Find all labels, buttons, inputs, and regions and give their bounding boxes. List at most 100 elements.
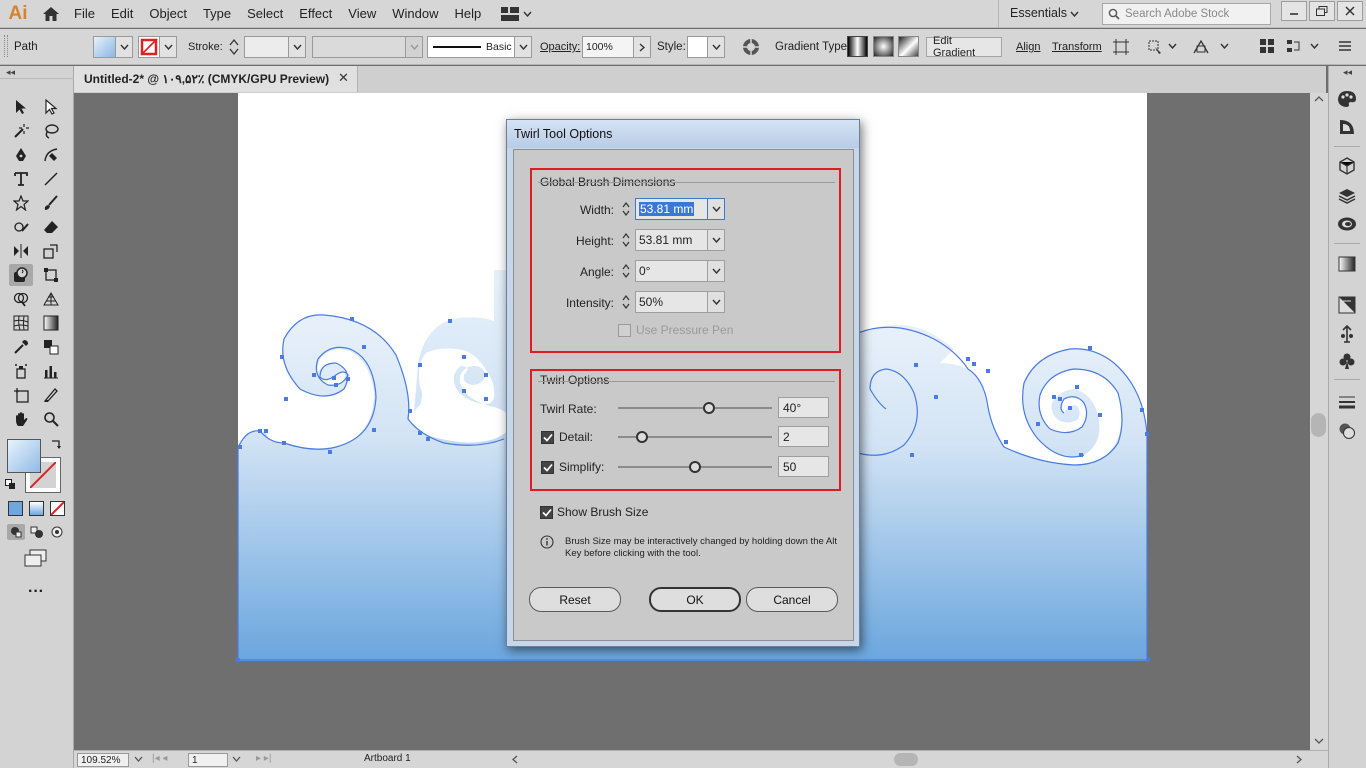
puppet-warp-icon[interactable] [1146, 38, 1164, 59]
simplify-input[interactable]: 50 [778, 456, 829, 477]
opacity-label[interactable]: Opacity: [540, 41, 580, 53]
menu-window[interactable]: Window [384, 0, 446, 28]
chevron-down-icon[interactable] [1168, 43, 1177, 49]
color-guide-icon[interactable] [1337, 89, 1357, 109]
recolor-artwork-icon[interactable] [741, 37, 761, 57]
collapse-panel-icon[interactable]: ◂◂ [6, 67, 15, 78]
next-artboard-icon[interactable]: ▸ ▸| [256, 753, 271, 764]
stroke-weight-dropdown[interactable] [288, 36, 306, 58]
stroke-swatch[interactable] [138, 36, 160, 58]
transparency-icon[interactable] [1337, 295, 1357, 315]
magic-wand-tool-icon[interactable] [9, 120, 33, 142]
menu-select[interactable]: Select [239, 0, 291, 28]
screen-mode-icon[interactable] [24, 549, 48, 570]
edit-gradient-button[interactable]: Edit Gradient [926, 35, 1002, 59]
simplify-slider[interactable] [618, 461, 772, 478]
detail-slider-knob[interactable] [636, 431, 648, 443]
symbols-icon[interactable] [1337, 324, 1357, 344]
graphic-style-dropdown[interactable] [707, 36, 725, 58]
opacity-flyout[interactable] [633, 36, 651, 58]
menu-view[interactable]: View [340, 0, 384, 28]
angle-stepper[interactable] [619, 260, 633, 282]
angle-dropdown[interactable] [707, 260, 725, 282]
stroke-weight-stepper[interactable] [228, 37, 242, 57]
chevron-down-icon[interactable] [134, 756, 143, 762]
shaper-tool-icon[interactable] [9, 216, 33, 238]
minimize-button[interactable] [1281, 1, 1307, 21]
more-tools-icon[interactable]: ··· [28, 583, 44, 601]
draw-behind-button[interactable] [28, 524, 46, 543]
curvature-tool-icon[interactable] [39, 144, 63, 166]
menu-effect[interactable]: Effect [291, 0, 340, 28]
menu-file[interactable]: File [66, 0, 103, 28]
variable-width-dropdown[interactable] [405, 36, 423, 58]
variable-width-profile[interactable] [312, 36, 407, 58]
mesh-tool-icon[interactable] [9, 312, 33, 334]
width-stepper[interactable] [619, 198, 633, 220]
intensity-input[interactable]: 50% [635, 291, 708, 313]
gradient-tool-icon[interactable] [39, 312, 63, 334]
menu-edit[interactable]: Edit [103, 0, 141, 28]
close-window-button[interactable] [1337, 1, 1363, 21]
symbol-sprayer-tool-icon[interactable] [9, 360, 33, 382]
pen-tool-icon[interactable] [9, 144, 33, 166]
expand-panels-icon[interactable]: ◂◂ [1343, 67, 1352, 78]
artboard-tool-icon[interactable] [9, 384, 33, 406]
lasso-tool-icon[interactable] [39, 120, 63, 142]
dialog-title[interactable]: Twirl Tool Options [507, 120, 859, 148]
scroll-down-icon[interactable] [1314, 738, 1324, 744]
libraries-icon[interactable] [1337, 156, 1357, 176]
scroll-right-icon[interactable] [1296, 755, 1302, 764]
scale-tool-icon[interactable] [39, 240, 63, 262]
cancel-button[interactable]: Cancel [746, 587, 838, 612]
panel-menu-icon[interactable] [1338, 39, 1352, 56]
graphic-style-swatch[interactable] [687, 36, 708, 58]
hand-tool-icon[interactable] [9, 408, 33, 430]
swap-fill-stroke-icon[interactable] [50, 438, 62, 453]
zoom-tool-icon[interactable] [39, 408, 63, 430]
grip-handle[interactable] [4, 35, 8, 57]
width-input[interactable]: 53.81 mm [635, 198, 708, 220]
intensity-stepper[interactable] [619, 291, 633, 313]
opacity-input[interactable]: 100% [582, 36, 634, 58]
angle-input[interactable]: 0° [635, 260, 708, 282]
reset-button[interactable]: Reset [529, 587, 621, 612]
type-tool-icon[interactable] [9, 168, 33, 190]
fill-swatch[interactable] [93, 36, 116, 58]
simplify-slider-knob[interactable] [689, 461, 701, 473]
chevron-down-icon[interactable] [1220, 43, 1229, 49]
menu-object[interactable]: Object [141, 0, 195, 28]
first-artboard-icon[interactable]: |◂ ◂ [152, 753, 167, 764]
shape-builder-tool-icon[interactable] [9, 288, 33, 310]
horizontal-scroll-thumb[interactable] [894, 753, 918, 766]
ok-button[interactable]: OK [649, 587, 741, 612]
detail-checkbox[interactable] [541, 431, 554, 444]
slice-tool-icon[interactable] [39, 384, 63, 406]
draw-normal-button[interactable] [7, 524, 25, 540]
twirl-rate-slider-knob[interactable] [703, 402, 715, 414]
brush-definition[interactable]: Basic [427, 36, 515, 58]
creative-cloud-icon[interactable] [1337, 214, 1357, 234]
color-mode-button[interactable] [8, 501, 23, 516]
twirl-rate-input[interactable]: 40° [778, 397, 829, 418]
star-tool-icon[interactable] [9, 192, 33, 214]
rotate-tool-icon[interactable] [9, 240, 33, 262]
height-dropdown[interactable] [707, 229, 725, 251]
radial-gradient-button[interactable] [873, 36, 894, 57]
restore-button[interactable] [1309, 1, 1335, 21]
color-icon[interactable] [1337, 117, 1357, 137]
distribute-icon[interactable] [1287, 39, 1303, 56]
arrange-documents-button[interactable] [501, 6, 541, 21]
draw-inside-button[interactable] [48, 524, 66, 543]
search-stock-input[interactable]: Search Adobe Stock [1102, 3, 1271, 25]
use-pressure-pen-checkbox[interactable] [618, 324, 631, 337]
eraser-tool-icon[interactable] [39, 216, 63, 238]
height-input[interactable]: 53.81 mm [635, 229, 708, 251]
brushes-club-icon[interactable] [1337, 351, 1357, 371]
height-stepper[interactable] [619, 229, 633, 251]
free-transform-tool-icon[interactable] [39, 264, 63, 286]
gradient-mode-button[interactable] [29, 501, 44, 516]
perspective-grid-tool-icon[interactable] [39, 288, 63, 310]
zoom-level-field[interactable]: 109.52% [77, 753, 129, 767]
brush-dropdown[interactable] [514, 36, 532, 58]
